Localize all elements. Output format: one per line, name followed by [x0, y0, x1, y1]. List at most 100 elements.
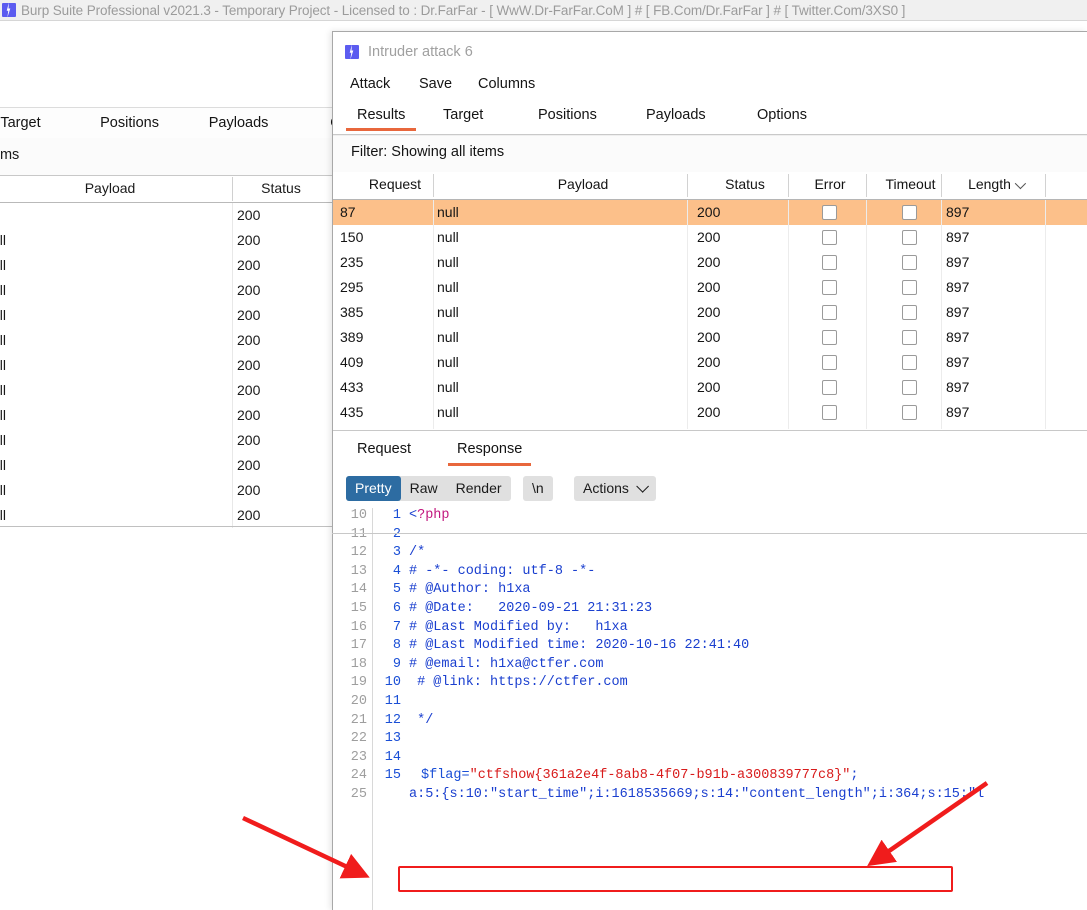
- outer-line-number: 14: [350, 582, 367, 598]
- view-pretty-button[interactable]: Pretty: [346, 476, 401, 501]
- code-line: 13 4 # -*- coding: utf-8 -*-: [333, 564, 1087, 583]
- background-tabs[interactable]: Target Positions Payloads Optio: [0, 115, 340, 131]
- table-row[interactable]: 87 null 200 897: [333, 200, 1087, 225]
- background-table-row[interactable]: ull 200: [0, 453, 340, 478]
- table-row[interactable]: 150 null 200 897: [333, 225, 1087, 250]
- error-checkbox[interactable]: [822, 280, 837, 295]
- tab-payloads[interactable]: Payloads: [646, 107, 706, 123]
- background-table-row[interactable]: 200: [0, 203, 340, 228]
- timeout-checkbox[interactable]: [902, 280, 917, 295]
- table-row[interactable]: 435 null 200 897: [333, 400, 1087, 425]
- outer-line-number: 12: [350, 545, 367, 561]
- newline-toggle-group[interactable]: \n: [523, 476, 553, 501]
- background-tab-positions[interactable]: Positions: [77, 115, 182, 131]
- menu-columns[interactable]: Columns: [478, 76, 535, 92]
- error-checkbox[interactable]: [822, 255, 837, 270]
- code-line: 25 a:5:{s:10:"start_time";i:1618535669;s:…: [333, 787, 1087, 806]
- results-table[interactable]: Request Payload Status Error Timeout Len…: [333, 172, 1087, 429]
- col-error[interactable]: Error: [795, 176, 865, 192]
- error-checkbox[interactable]: [822, 380, 837, 395]
- main-tabs[interactable]: Results Target Positions Payloads Option…: [333, 101, 1087, 135]
- background-table-row[interactable]: ull 200: [0, 353, 340, 378]
- view-mode-group[interactable]: Pretty Raw Render: [346, 476, 511, 501]
- row-cell-divider: [232, 503, 233, 528]
- detail-tabs[interactable]: Request Response: [333, 430, 1087, 470]
- table-row[interactable]: 389 null 200 897: [333, 325, 1087, 350]
- response-view-toolbar[interactable]: Pretty Raw Render \n Actions: [333, 469, 1087, 507]
- background-table-row[interactable]: ull 200: [0, 328, 340, 353]
- row-cell-divider: [232, 303, 233, 328]
- window-split-divider[interactable]: [332, 533, 1087, 534]
- timeout-checkbox[interactable]: [902, 380, 917, 395]
- tab-request[interactable]: Request: [357, 441, 411, 457]
- timeout-checkbox[interactable]: [902, 305, 917, 320]
- background-table-row[interactable]: ull 200: [0, 478, 340, 503]
- row-cell-divider: [232, 328, 233, 353]
- row-cell-divider: [232, 478, 233, 503]
- background-filter-bar[interactable]: g all items: [0, 138, 340, 176]
- background-table-row[interactable]: ull 200: [0, 503, 340, 528]
- background-tab-payloads[interactable]: Payloads: [186, 115, 291, 131]
- menu-attack[interactable]: Attack: [350, 76, 390, 92]
- tab-options[interactable]: Options: [757, 107, 807, 123]
- newline-button[interactable]: \n: [523, 476, 553, 501]
- background-table-row[interactable]: ull 200: [0, 228, 340, 253]
- col-length[interactable]: Length: [953, 176, 1038, 192]
- background-table-row[interactable]: ull 200: [0, 428, 340, 453]
- cell-status: 200: [697, 204, 721, 220]
- timeout-checkbox[interactable]: [902, 355, 917, 370]
- actions-group[interactable]: Actions: [574, 476, 656, 501]
- timeout-checkbox[interactable]: [902, 405, 917, 420]
- view-render-button[interactable]: Render: [447, 476, 511, 501]
- background-col-status[interactable]: Status: [236, 180, 326, 196]
- background-cell-payload: ull: [0, 257, 7, 273]
- error-checkbox[interactable]: [822, 405, 837, 420]
- background-tab-target[interactable]: Target: [0, 115, 73, 131]
- error-checkbox[interactable]: [822, 330, 837, 345]
- timeout-checkbox[interactable]: [902, 230, 917, 245]
- menu-save[interactable]: Save: [419, 76, 452, 92]
- error-checkbox[interactable]: [822, 355, 837, 370]
- view-raw-button[interactable]: Raw: [401, 476, 447, 501]
- table-row[interactable]: 409 null 200 897: [333, 350, 1087, 375]
- code-line: 18 9 # @email: h1xa@ctfer.com: [333, 657, 1087, 676]
- cell-length: 897: [946, 204, 970, 220]
- inner-line-number: 14: [384, 749, 401, 765]
- row-cell-divider: [866, 400, 867, 425]
- row-cell-divider: [232, 353, 233, 378]
- timeout-checkbox[interactable]: [902, 255, 917, 270]
- intruder-attack-window[interactable]: Intruder attack 6 Attack Save Columns Re…: [332, 31, 1087, 910]
- background-col-payload[interactable]: Payload: [50, 180, 170, 196]
- background-table-row[interactable]: ull 200: [0, 303, 340, 328]
- col-payload[interactable]: Payload: [458, 176, 708, 192]
- window-menubar[interactable]: Attack Save Columns: [333, 71, 1087, 100]
- filter-bar[interactable]: Filter: Showing all items: [333, 135, 1087, 173]
- table-row[interactable]: 454null200897: [333, 425, 1087, 429]
- col-status[interactable]: Status: [705, 176, 785, 192]
- table-row[interactable]: 385 null 200 897: [333, 300, 1087, 325]
- table-row[interactable]: 433 null 200 897: [333, 375, 1087, 400]
- tab-target[interactable]: Target: [443, 107, 483, 123]
- tab-results[interactable]: Results: [346, 107, 417, 131]
- ellipsis-icon[interactable]: •••: [929, 423, 949, 429]
- timeout-checkbox[interactable]: [902, 330, 917, 345]
- tab-response-label: Response: [457, 441, 523, 457]
- actions-button[interactable]: Actions: [574, 476, 656, 501]
- background-table-row[interactable]: ull 200: [0, 253, 340, 278]
- error-checkbox[interactable]: [822, 230, 837, 245]
- window-title-text: Intruder attack 6: [368, 43, 473, 60]
- background-table-row[interactable]: ull 200: [0, 378, 340, 403]
- background-table-row[interactable]: ull 200: [0, 403, 340, 428]
- background-intruder-window[interactable]: ack 5 Columns Target Positions Payloads …: [0, 21, 340, 533]
- timeout-checkbox[interactable]: [902, 205, 917, 220]
- tab-positions[interactable]: Positions: [538, 107, 597, 123]
- background-table-row[interactable]: ull 200: [0, 278, 340, 303]
- table-row[interactable]: 295 null 200 897: [333, 275, 1087, 300]
- tab-response[interactable]: Response: [448, 441, 532, 466]
- cell-payload: null: [437, 329, 459, 345]
- error-checkbox[interactable]: [822, 205, 837, 220]
- background-menubar[interactable]: Columns: [0, 64, 15, 80]
- table-row[interactable]: 235 null 200 897: [333, 250, 1087, 275]
- error-checkbox[interactable]: [822, 305, 837, 320]
- response-body-viewer[interactable]: 10 1 <?php 11 2 12 3/* 13 4 # -*- coding: utf-8 -…: [333, 508, 1087, 910]
